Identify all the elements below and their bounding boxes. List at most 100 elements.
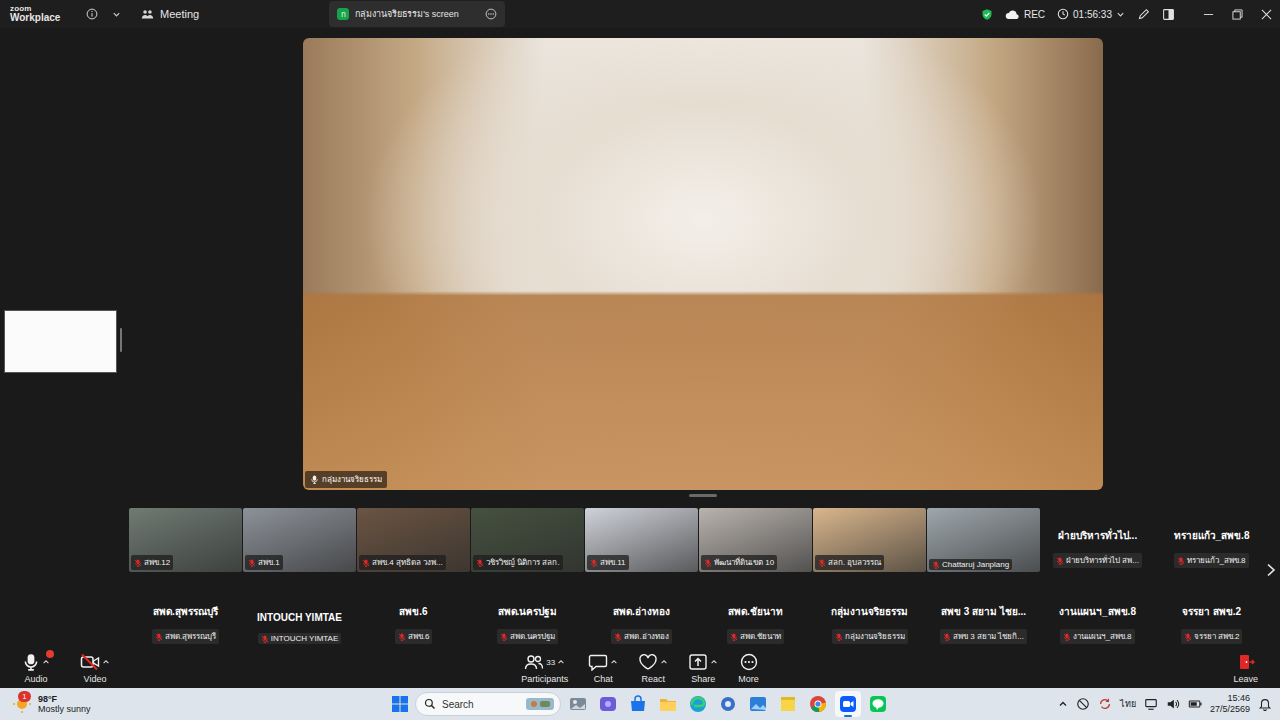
- taskbar-app[interactable]: [625, 691, 651, 717]
- participant-tile[interactable]: สพข.11: [585, 508, 698, 572]
- restore-icon[interactable]: [1232, 9, 1243, 20]
- participant-name: สพข.4 สุทธิดล วงพ...: [372, 556, 443, 569]
- security-shield-icon[interactable]: [981, 8, 993, 21]
- annotate-pencil-icon[interactable]: [1137, 8, 1150, 21]
- caret-up-icon[interactable]: [102, 658, 110, 666]
- sharer-avatar: ก: [337, 8, 349, 20]
- participant-tile[interactable]: สพข 3 สยาม ไชย...สพข 3 สยาม ไชยกิ...: [927, 584, 1040, 648]
- chevron-down-icon[interactable]: [1116, 10, 1125, 19]
- network-icon[interactable]: [1144, 697, 1158, 711]
- input-language[interactable]: ไทย: [1120, 697, 1136, 711]
- recording-indicator[interactable]: REC: [1005, 9, 1045, 20]
- screen-thumbnail[interactable]: [4, 310, 117, 373]
- chat-button[interactable]: Chat: [588, 652, 618, 684]
- audio-button[interactable]: Audio: [22, 652, 50, 684]
- participant-tile[interactable]: ฝ่ายบริหารทั่วไป...ฝ่ายบริหารทั่วไป สพ..…: [1041, 508, 1154, 572]
- more-button[interactable]: More: [738, 652, 759, 684]
- cloud-recording-icon: [1005, 9, 1020, 20]
- taskbar-app[interactable]: [595, 691, 621, 717]
- share-button[interactable]: Share: [688, 652, 718, 684]
- participant-tile[interactable]: สพข.12: [129, 508, 242, 572]
- taskbar-app[interactable]: [835, 691, 861, 717]
- participant-tile[interactable]: สพข.1: [243, 508, 356, 572]
- windows-start-icon[interactable]: [389, 693, 411, 715]
- taskbar-app[interactable]: [565, 691, 591, 717]
- show-hidden-icons-chevron-icon[interactable]: [1058, 699, 1068, 709]
- sync-icon[interactable]: [1098, 697, 1112, 711]
- participants-button[interactable]: 33Participants: [521, 652, 568, 684]
- weather-widget[interactable]: 198°FMostly sunny: [0, 694, 389, 715]
- video-button[interactable]: Video: [80, 652, 110, 684]
- layout-icon[interactable]: [1162, 8, 1175, 21]
- resize-handle[interactable]: [689, 494, 717, 497]
- taskbar-app[interactable]: [745, 691, 771, 717]
- meeting-tab[interactable]: Meeting: [141, 8, 199, 21]
- close-icon[interactable]: [1261, 9, 1272, 20]
- video-label: Video: [84, 674, 107, 684]
- participant-display-name: สพข 3 สยาม ไชย...: [941, 604, 1026, 619]
- taskbar-app[interactable]: [865, 691, 891, 717]
- participant-tile[interactable]: INTOUCH YIMTAEINTOUCH YIMTAE: [243, 584, 356, 648]
- chat-icon: [588, 653, 608, 671]
- screen-share-tab[interactable]: กกลุ่มงานจริยธรรม's screen: [329, 1, 505, 27]
- chevron-down-icon[interactable]: [112, 10, 121, 19]
- taskbar-search[interactable]: Search: [415, 692, 561, 716]
- more-options-icon[interactable]: [485, 8, 497, 20]
- participant-tile[interactable]: สพด.นครปฐมสพด.นครปฐม: [471, 584, 584, 648]
- participant-name: พัฒนาที่ดินเขต 10: [714, 556, 774, 569]
- participant-tile[interactable]: สพข.6สพข.6: [357, 584, 470, 648]
- muted-mic-icon: [704, 559, 712, 567]
- participant-name-label: วชิรวิชญ์ นิติการ สลก.: [473, 555, 563, 570]
- meeting-timer[interactable]: 01:56:33: [1057, 8, 1125, 20]
- minimize-icon[interactable]: [1203, 9, 1214, 20]
- participant-tile[interactable]: สพด.ชัยนาทสพด.ชัยนาท: [699, 584, 812, 648]
- participant-tile[interactable]: สพข.4 สุทธิดล วงพ...: [357, 508, 470, 572]
- react-label: React: [641, 674, 665, 684]
- participant-display-name: ฝ่ายบริหารทั่วไป...: [1058, 528, 1137, 543]
- next-page-chevron-icon[interactable]: [1266, 563, 1276, 577]
- participant-name-label: สพข.4 สุทธิดล วงพ...: [359, 555, 446, 570]
- participant-display-name: จรรยา สพข.2: [1182, 604, 1241, 619]
- participant-tile[interactable]: กลุ่มงานจริยธรรมกลุ่มงานจริยธรรม: [813, 584, 926, 648]
- caret-up-icon[interactable]: [42, 658, 50, 666]
- taskbar-app[interactable]: [805, 691, 831, 717]
- caret-up-icon[interactable]: [610, 658, 618, 666]
- clock-time: 15:46: [1227, 693, 1250, 704]
- react-button[interactable]: React: [638, 652, 668, 684]
- muted-mic-icon: [590, 559, 598, 567]
- taskbar-clock[interactable]: 15:4627/5/2569: [1210, 693, 1250, 715]
- participant-tile[interactable]: พัฒนาที่ดินเขต 10: [699, 508, 812, 572]
- participant-tile[interactable]: สลก. อุบลวรรณ: [813, 508, 926, 572]
- participant-tile[interactable]: สพด.สุพรรณบุรีสพด.สุพรรณบุรี: [129, 584, 242, 648]
- taskbar-app[interactable]: [685, 691, 711, 717]
- speaker-icon[interactable]: [1166, 697, 1180, 711]
- participant-name: ทรายแก้ว_สพข.8: [1187, 554, 1245, 567]
- no-network-icon[interactable]: [1076, 697, 1090, 711]
- taskbar-app[interactable]: [715, 691, 741, 717]
- logo-workplace: Workplace: [10, 13, 74, 23]
- react-icon: [638, 653, 658, 671]
- notification-bell-icon[interactable]: [1258, 697, 1272, 711]
- participant-tile[interactable]: Chattaruj Janplang: [927, 508, 1040, 572]
- battery-icon[interactable]: [1188, 697, 1202, 711]
- caret-up-icon[interactable]: [660, 658, 668, 666]
- search-highlight-icon: [526, 697, 554, 711]
- photos-app-icon: [747, 693, 769, 715]
- participant-tile[interactable]: จรรยา สพข.2จรรยา สพข.2: [1155, 584, 1268, 648]
- info-icon[interactable]: [86, 8, 98, 20]
- participant-tile[interactable]: สพด.อ่างทองสพด.อ่างทอง: [585, 584, 698, 648]
- muted-mic-icon: [835, 633, 843, 641]
- chat-label: Chat: [594, 674, 613, 684]
- participant-tile[interactable]: ทรายแก้ว_สพข.8ทรายแก้ว_สพข.8: [1155, 508, 1268, 572]
- participant-name-label: สลก. อุบลวรรณ: [815, 555, 884, 570]
- participant-tile[interactable]: วชิรวิชญ์ นิติการ สลก.: [471, 508, 584, 572]
- taskbar-app[interactable]: [655, 691, 681, 717]
- leave-button[interactable]: Leave: [1233, 652, 1258, 684]
- meeting-toolbar: Audio Video 33Participants Chat React Share Mo…: [0, 648, 1280, 688]
- thumbnail-grip[interactable]: [120, 328, 122, 352]
- caret-up-icon[interactable]: [557, 658, 565, 666]
- taskbar-app[interactable]: [775, 691, 801, 717]
- caret-up-icon[interactable]: [710, 658, 718, 666]
- participant-tile[interactable]: งานแผนฯ_สพข.8งานแผนฯ_สพข.8: [1041, 584, 1154, 648]
- settings-app-icon: [717, 693, 739, 715]
